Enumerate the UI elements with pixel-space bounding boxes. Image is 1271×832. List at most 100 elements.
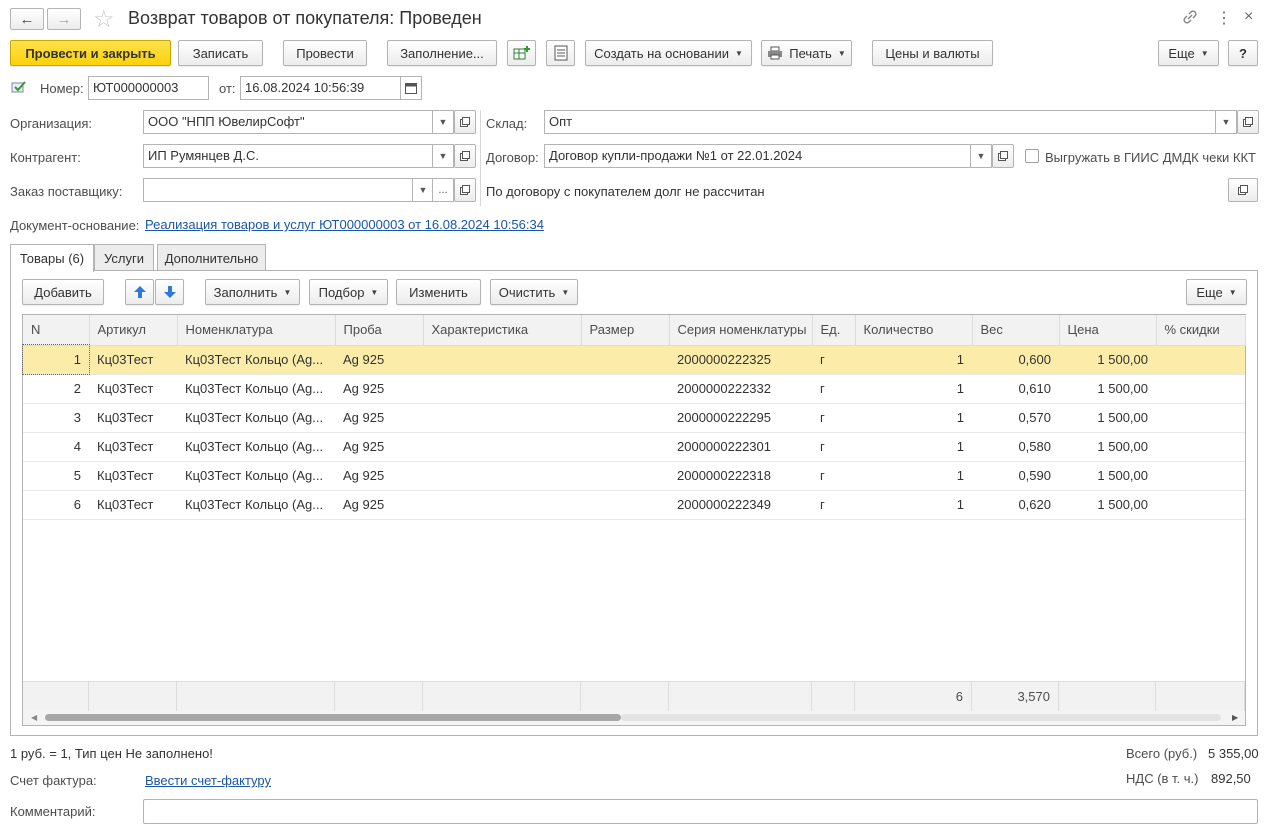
table-cell-probe[interactable]: Ag 925 <box>335 432 423 462</box>
table-cell-price[interactable]: 1 500,00 <box>1059 345 1156 375</box>
table-cell-article[interactable]: Кц03Тест <box>89 490 177 520</box>
more-options-icon[interactable]: ⋮ <box>1216 8 1232 28</box>
column-header[interactable]: Цена <box>1059 315 1157 346</box>
table-cell-char[interactable] <box>423 374 581 404</box>
table-cell-article[interactable]: Кц03Тест <box>89 345 177 375</box>
warehouse-dropdown[interactable]: ▼ <box>1215 110 1237 134</box>
link-icon[interactable] <box>1181 8 1201 28</box>
tab-additional[interactable]: Дополнительно <box>157 244 266 271</box>
giis-checkbox[interactable] <box>1025 149 1039 163</box>
column-header[interactable]: Номенклатура <box>177 315 336 346</box>
create-based-on-button[interactable]: Создать на основании ▼ <box>585 40 752 66</box>
table-cell-n[interactable]: 2 <box>23 374 89 404</box>
contract-field[interactable]: Договор купли-продажи №1 от 22.01.2024 <box>544 144 971 168</box>
fill-table-button[interactable]: Заполнить ▼ <box>205 279 300 305</box>
table-cell-probe[interactable]: Ag 925 <box>335 490 423 520</box>
supplier-order-dropdown[interactable]: ▼ <box>412 178 434 202</box>
scroll-left-icon[interactable]: ◀ <box>31 713 37 722</box>
more-button[interactable]: Еще ▼ <box>1158 40 1219 66</box>
base-document-link[interactable]: Реализация товаров и услуг ЮТ000000003 о… <box>145 217 544 232</box>
debt-open-button[interactable] <box>1228 178 1258 202</box>
table-cell-item[interactable]: Кц03Тест Кольцо (Ag... <box>177 345 335 375</box>
post-and-close-button[interactable]: Провести и закрыть <box>10 40 171 66</box>
table-cell-n[interactable]: 3 <box>23 403 89 433</box>
tab-services[interactable]: Услуги <box>94 244 154 271</box>
warehouse-field[interactable]: Опт <box>544 110 1216 134</box>
table-cell-char[interactable] <box>423 345 581 375</box>
table-cell-item[interactable]: Кц03Тест Кольцо (Ag... <box>177 403 335 433</box>
table-cell-size[interactable] <box>581 432 669 462</box>
table-cell-weight[interactable]: 0,590 <box>972 461 1059 491</box>
table-cell-probe[interactable]: Ag 925 <box>335 345 423 375</box>
column-header[interactable]: N <box>23 315 90 346</box>
table-cell-size[interactable] <box>581 490 669 520</box>
move-up-button[interactable] <box>125 279 154 305</box>
table-cell-weight[interactable]: 0,620 <box>972 490 1059 520</box>
table-cell-discount[interactable] <box>1156 403 1245 433</box>
table-row[interactable]: 1 Кц03Тест Кц03Тест Кольцо (Ag... Ag 925 200… <box>22 344 1245 375</box>
fill-button[interactable]: Заполнение... <box>387 40 497 66</box>
comment-field[interactable] <box>143 799 1258 824</box>
column-header[interactable]: Проба <box>335 315 424 346</box>
table-cell-item[interactable]: Кц03Тест Кольцо (Ag... <box>177 490 335 520</box>
table-cell-discount[interactable] <box>1156 432 1245 462</box>
move-down-button[interactable] <box>155 279 184 305</box>
post-button[interactable]: Провести <box>283 40 367 66</box>
table-cell-price[interactable]: 1 500,00 <box>1059 403 1156 433</box>
table-cell-n[interactable]: 1 <box>22 344 90 375</box>
table-cell-probe[interactable]: Ag 925 <box>335 403 423 433</box>
table-cell-article[interactable]: Кц03Тест <box>89 432 177 462</box>
table-cell-probe[interactable]: Ag 925 <box>335 374 423 404</box>
add-row-button[interactable]: Добавить <box>22 279 104 305</box>
table-cell-weight[interactable]: 0,610 <box>972 374 1059 404</box>
supplier-order-select-button[interactable]: ... <box>432 178 454 202</box>
table-cell-qty[interactable]: 1 <box>855 461 972 491</box>
table-cell-size[interactable] <box>581 461 669 491</box>
table-cell-article[interactable]: Кц03Тест <box>89 374 177 404</box>
table-cell-series[interactable]: 2000000222332 <box>669 374 812 404</box>
table-cell-n[interactable]: 6 <box>23 490 89 520</box>
table-cell-qty[interactable]: 1 <box>855 345 972 375</box>
supplier-order-field[interactable] <box>143 178 413 202</box>
table-cell-weight[interactable]: 0,570 <box>972 403 1059 433</box>
table-cell-item[interactable]: Кц03Тест Кольцо (Ag... <box>177 461 335 491</box>
column-header[interactable]: Артикул <box>89 315 178 346</box>
add-structure-button[interactable] <box>507 40 536 66</box>
table-cell-discount[interactable] <box>1156 345 1245 375</box>
table-row[interactable]: 5 Кц03Тест Кц03Тест Кольцо (Ag... Ag 925 200… <box>23 461 1245 491</box>
table-cell-unit[interactable]: г <box>812 345 855 375</box>
number-field[interactable]: ЮТ000000003 <box>88 76 209 100</box>
calendar-button[interactable] <box>400 76 422 100</box>
table-cell-qty[interactable]: 1 <box>855 403 972 433</box>
column-header[interactable]: % скидки <box>1156 315 1246 346</box>
close-icon[interactable]: × <box>1244 8 1253 26</box>
column-header[interactable]: Характеристика <box>423 315 582 346</box>
scrollbar-thumb[interactable] <box>45 714 621 721</box>
column-header[interactable]: Размер <box>581 315 670 346</box>
table-cell-price[interactable]: 1 500,00 <box>1059 490 1156 520</box>
table-row[interactable]: 2 Кц03Тест Кц03Тест Кольцо (Ag... Ag 925 200… <box>23 374 1245 404</box>
table-cell-char[interactable] <box>423 490 581 520</box>
contractor-open-button[interactable] <box>454 144 476 168</box>
table-cell-series[interactable]: 2000000222325 <box>669 345 812 375</box>
column-header[interactable]: Вес <box>972 315 1060 346</box>
back-button[interactable]: ← <box>10 8 44 30</box>
print-button[interactable]: Печать ▼ <box>761 40 852 66</box>
table-row[interactable]: 6 Кц03Тест Кц03Тест Кольцо (Ag... Ag 925 200… <box>23 490 1245 520</box>
scroll-right-icon[interactable]: ▶ <box>1232 713 1238 722</box>
organization-field[interactable]: ООО "НПП ЮвелирСофт" <box>143 110 433 134</box>
table-cell-char[interactable] <box>423 432 581 462</box>
table-cell-unit[interactable]: г <box>812 432 855 462</box>
table-cell-probe[interactable]: Ag 925 <box>335 461 423 491</box>
table-cell-series[interactable]: 2000000222349 <box>669 490 812 520</box>
horizontal-scrollbar[interactable]: ◀ ▶ <box>23 711 1245 725</box>
column-header[interactable]: Ед. <box>812 315 856 346</box>
table-cell-n[interactable]: 5 <box>23 461 89 491</box>
prices-and-currencies-button[interactable]: Цены и валюты <box>872 40 993 66</box>
table-cell-weight[interactable]: 0,600 <box>972 345 1059 375</box>
date-field[interactable]: 16.08.2024 10:56:39 <box>240 76 402 100</box>
table-cell-series[interactable]: 2000000222295 <box>669 403 812 433</box>
table-cell-unit[interactable]: г <box>812 374 855 404</box>
column-header[interactable]: Серия номенклатуры <box>669 315 813 346</box>
table-cell-article[interactable]: Кц03Тест <box>89 461 177 491</box>
